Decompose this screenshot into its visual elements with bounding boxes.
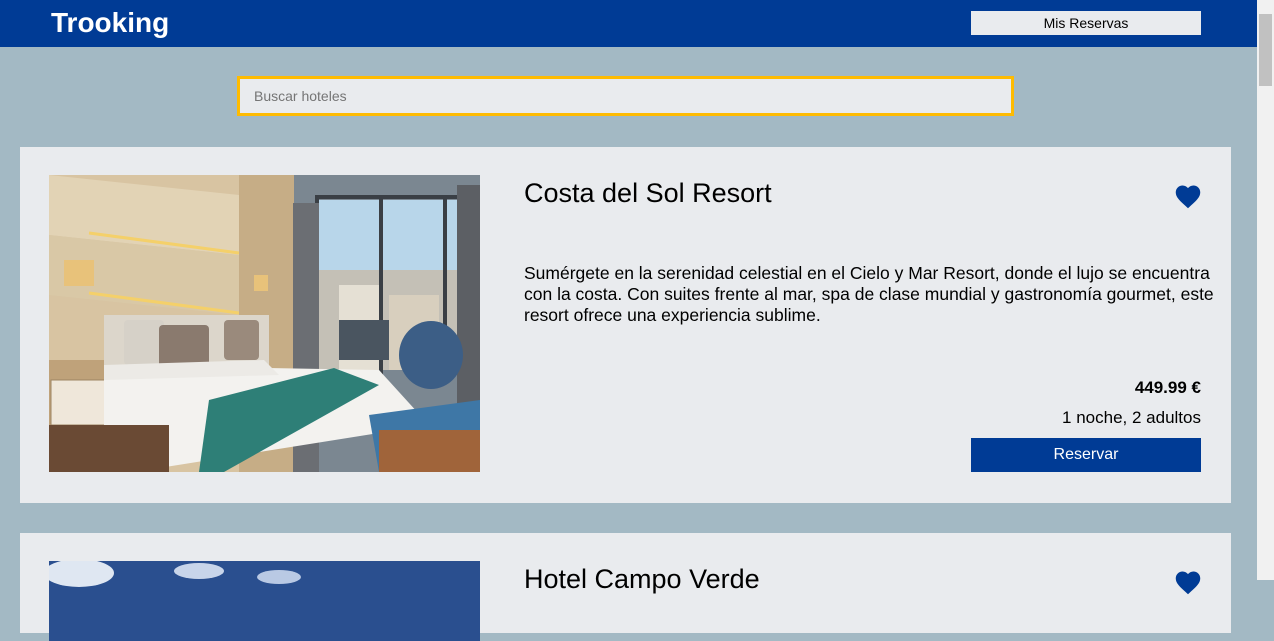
search-input[interactable]: [240, 79, 1011, 113]
my-bookings-button[interactable]: Mis Reservas: [971, 11, 1201, 35]
scrollbar-thumb[interactable]: [1259, 14, 1272, 86]
vertical-scrollbar[interactable]: [1257, 0, 1274, 580]
hotel-price: 449.99 €: [1134, 378, 1201, 397]
heart-icon[interactable]: [1174, 569, 1202, 595]
hotel-card: Costa del Sol Resort Sumérgete en la ser…: [20, 147, 1231, 503]
top-navigation-bar: Trooking Mis Reservas: [0, 0, 1257, 47]
heart-icon[interactable]: [1174, 183, 1202, 209]
search-box: [237, 76, 1014, 116]
hotel-description: Sumérgete en la serenidad celestial en e…: [524, 263, 1214, 325]
stay-details: 1 noche, 2 adultos: [1062, 408, 1201, 427]
hotel-card: Hotel Campo Verde: [20, 533, 1231, 641]
hotel-name[interactable]: Costa del Sol Resort: [524, 177, 772, 209]
book-button[interactable]: Reservar: [971, 438, 1201, 472]
hotel-name[interactable]: Hotel Campo Verde: [524, 563, 760, 595]
hotel-photo: [49, 175, 480, 472]
hotel-photo: [49, 561, 480, 641]
brand-logo[interactable]: Trooking: [51, 6, 169, 40]
